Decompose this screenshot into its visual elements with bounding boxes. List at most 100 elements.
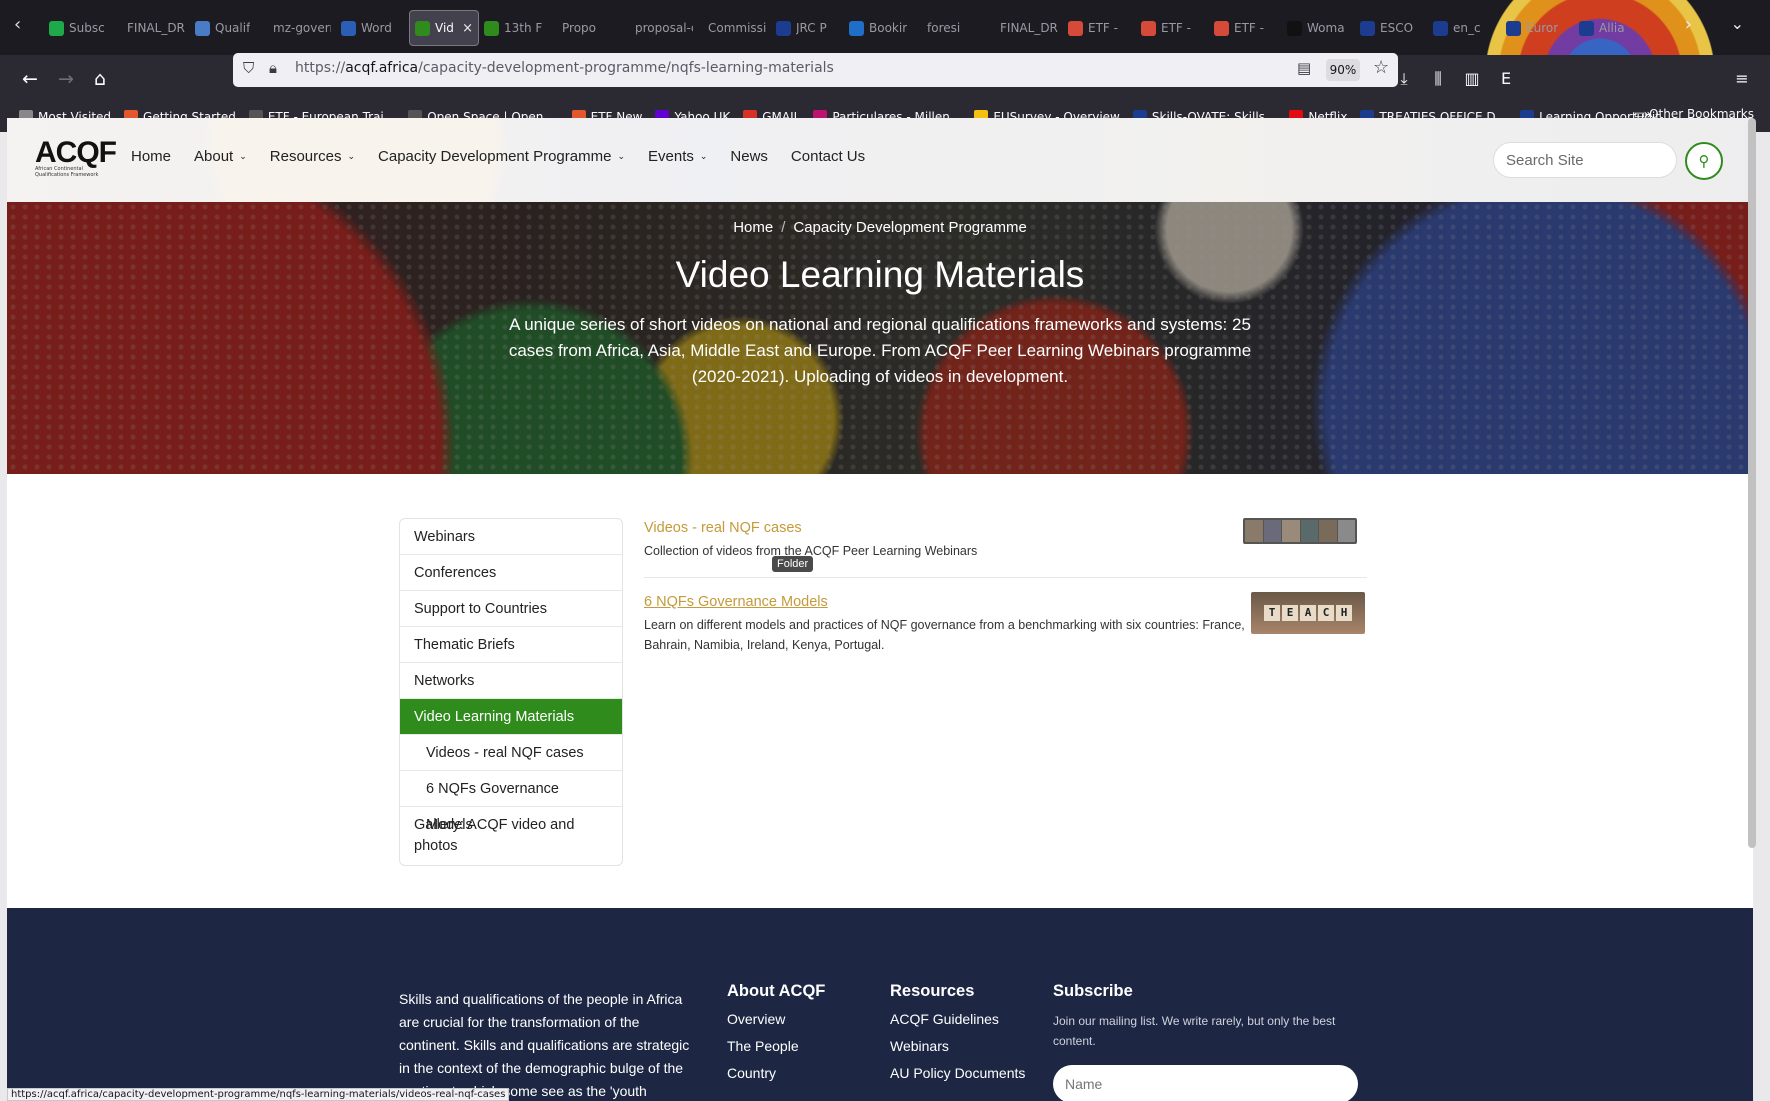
letter-block: E <box>1282 605 1298 621</box>
home-button[interactable]: ⌂ <box>86 65 114 93</box>
page-viewport: ACQF African Continental Qualifications … <box>7 118 1753 1101</box>
breadcrumb-current[interactable]: Capacity Development Programme <box>793 219 1026 236</box>
browser-tab[interactable]: ETF - <box>1063 10 1136 46</box>
footer-link-the-people[interactable]: The People <box>727 1038 825 1054</box>
nav-label: Events <box>648 148 694 165</box>
subscribe-text: Join our mailing list. We write rarely, … <box>1053 1014 1336 1048</box>
tab-title: en_c <box>1453 21 1481 35</box>
nav-about[interactable]: About ⌄ <box>194 148 247 165</box>
video-grid-thumbnail[interactable] <box>1243 518 1357 544</box>
sidebar-item-videos-real-nqf-cases[interactable]: Videos - real NQF cases <box>400 735 622 771</box>
browser-tab[interactable]: proposal-c <box>625 10 698 46</box>
library-icon[interactable]: ⫼ <box>1424 65 1452 93</box>
tab-scroll-right-icon[interactable]: › <box>1685 14 1692 35</box>
browser-tab[interactable]: Commissi <box>698 10 771 46</box>
browser-tab[interactable]: 13th F <box>479 10 552 46</box>
tab-scroll-left-icon[interactable]: ‹ <box>14 14 21 35</box>
browser-tab[interactable]: Vid × <box>409 10 479 46</box>
tab-title: ETF - <box>1161 21 1191 35</box>
tab-favicon-icon <box>776 20 791 36</box>
account-icon[interactable]: E <box>1492 65 1520 93</box>
breadcrumb-home[interactable]: Home <box>733 219 773 236</box>
back-button[interactable]: ← <box>16 65 44 93</box>
browser-tab[interactable]: Propo <box>552 10 625 46</box>
tab-favicon-icon <box>1579 20 1594 36</box>
nav-label: Home <box>131 148 172 165</box>
browser-tab[interactable]: Subsc <box>44 10 117 46</box>
subscribe-name-field[interactable] <box>1053 1065 1358 1101</box>
browser-tab[interactable]: ETF - <box>1209 10 1282 46</box>
nav-label: About <box>194 148 234 165</box>
sidebar-item-webinars[interactable]: Webinars <box>400 519 622 555</box>
browser-tab[interactable]: Qualif <box>190 10 263 46</box>
sidebar-item-thematic-briefs[interactable]: Thematic Briefs <box>400 627 622 663</box>
footer-link-webinars[interactable]: Webinars <box>890 1038 1025 1054</box>
url-bar[interactable]: ⛉ 🔒︎ https://acqf.africa/capacity-develo… <box>233 53 1398 87</box>
browser-tab[interactable]: ETF - <box>1136 10 1209 46</box>
forward-button[interactable]: → <box>52 65 80 93</box>
nav-events[interactable]: Events ⌄ <box>648 148 707 165</box>
bookmark-star-icon[interactable]: ☆ <box>1373 57 1389 78</box>
nav-resources[interactable]: Resources ⌄ <box>270 148 355 165</box>
tab-title: ESCO <box>1380 21 1414 35</box>
chevron-down-icon: ⌄ <box>239 151 247 161</box>
tab-title: Propo <box>562 21 596 35</box>
browser-tab[interactable]: FINAL_DR <box>117 10 190 46</box>
browser-tab[interactable]: ESCO <box>1355 10 1428 46</box>
browser-tab[interactable]: foresi <box>917 10 990 46</box>
nav-capacity-development-programme[interactable]: Capacity Development Programme ⌄ <box>378 148 625 165</box>
sidebar-item-support-to-countries[interactable]: Support to Countries <box>400 591 622 627</box>
browser-tab[interactable]: JRC P <box>771 10 844 46</box>
tab-title: Woma <box>1307 21 1345 35</box>
nav-label: Resources <box>269 148 342 165</box>
browser-tab[interactable]: Woma <box>1282 10 1355 46</box>
tab-title: foresi <box>927 21 961 35</box>
browser-tab[interactable]: FINAL_DR <box>990 10 1063 46</box>
tab-title: ETF - <box>1234 21 1264 35</box>
browser-tab[interactable]: Euror <box>1501 10 1574 46</box>
nav-contact-us[interactable]: Contact Us <box>791 148 865 165</box>
sidebar-item-conferences[interactable]: Conferences <box>400 555 622 591</box>
footer-link-au-policy[interactable]: AU Policy Documents <box>890 1065 1025 1081</box>
nav-home[interactable]: Home <box>131 148 171 165</box>
tracking-shield-icon[interactable]: ⛉ <box>243 59 254 77</box>
sidebar-item-gallery-acqf-video-and-photos[interactable]: Gallery: ACQF video and photos <box>400 807 622 865</box>
browser-tab[interactable]: mz-govern <box>263 10 336 46</box>
tab-title: ETF - <box>1088 21 1118 35</box>
hero-banner: Home / Capacity Development Programme Vide… <box>7 202 1753 474</box>
nav-news[interactable]: News <box>730 148 768 165</box>
footer-about-column: About ACQF Overview The People Country <box>727 982 825 1092</box>
zoom-level[interactable]: 90% <box>1326 59 1360 81</box>
footer-link-acqf-guidelines[interactable]: ACQF Guidelines <box>890 1011 1025 1027</box>
browser-tab[interactable]: en_c <box>1428 10 1501 46</box>
browser-tab[interactable]: Bookir <box>844 10 917 46</box>
tab-favicon-icon <box>341 20 356 36</box>
sidebar-item-networks[interactable]: Networks <box>400 663 622 699</box>
tab-title: Commissi <box>708 21 766 35</box>
padlock-icon[interactable]: 🔒︎ <box>269 59 277 77</box>
footer-about-text: Skills and qualifications of the people … <box>399 991 690 1099</box>
reader-view-icon[interactable]: ▤ <box>1297 59 1311 77</box>
tab-close-icon[interactable]: × <box>462 21 473 36</box>
chevron-down-icon: ⌄ <box>699 151 708 161</box>
app-menu-icon[interactable]: ≡ <box>1728 65 1756 93</box>
teach-blocks-thumbnail[interactable]: TEACH <box>1251 592 1365 634</box>
search-input[interactable] <box>1493 142 1677 178</box>
tab-title: Euror <box>1526 21 1559 35</box>
footer-link-overview[interactable]: Overview <box>727 1011 825 1027</box>
tab-favicon-icon <box>1068 20 1083 36</box>
tab-title: Qualif <box>215 21 251 35</box>
sidebar-item-6-nqfs-governance-models[interactable]: 6 NQFs Governance Models <box>400 771 622 833</box>
footer-link-country[interactable]: Country <box>727 1065 825 1081</box>
sidebar-toggle-icon[interactable]: ▥ <box>1458 65 1486 93</box>
tab-list-chevron-icon[interactable]: ⌄ <box>1731 14 1744 33</box>
tab-favicon-icon <box>415 20 430 36</box>
browser-tab[interactable]: Allia <box>1574 10 1647 46</box>
sidebar-item-video-learning-materials[interactable]: Video Learning Materials <box>400 699 622 735</box>
page-title: Video Learning Materials <box>675 254 1085 295</box>
url-text[interactable]: https://acqf.africa/capacity-development… <box>295 60 834 76</box>
browser-tab[interactable]: Word <box>336 10 409 46</box>
site-logo[interactable]: ACQF African Continental Qualifications … <box>35 138 117 179</box>
page-scrollbar[interactable] <box>1748 118 1756 848</box>
search-button[interactable]: ⚲ <box>1685 142 1723 180</box>
